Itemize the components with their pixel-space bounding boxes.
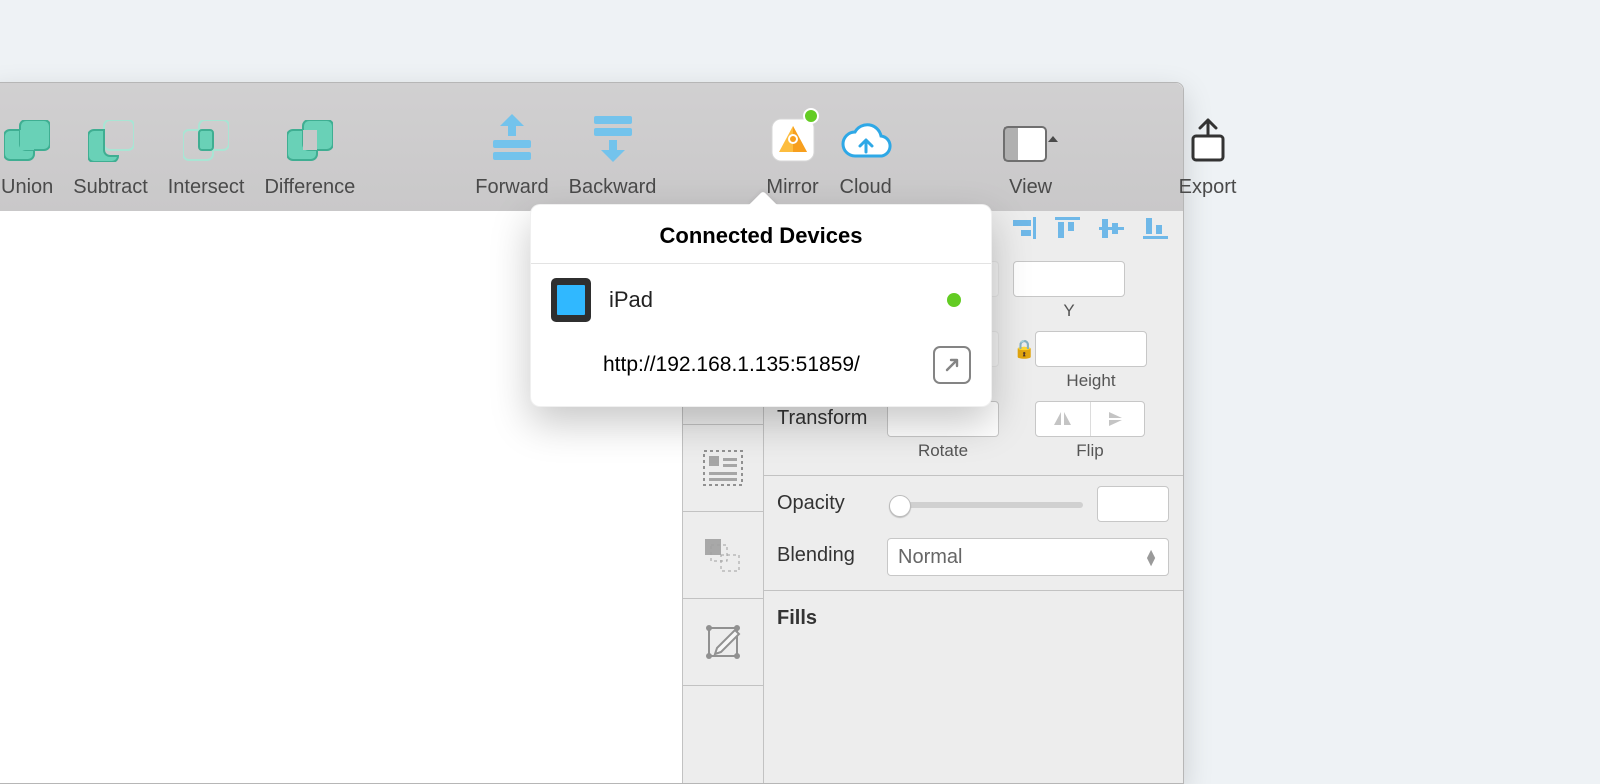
difference-button[interactable]: Difference [254,71,365,211]
view-label: View [1009,176,1052,199]
device-name: iPad [609,287,947,313]
backward-icon [590,112,636,162]
cloud-icon [839,112,893,162]
forward-label: Forward [475,176,548,199]
blending-select[interactable]: Normal ▲▼ [887,538,1169,576]
backward-label: Backward [569,176,657,199]
status-dot-icon [947,293,961,307]
align-top-icon[interactable] [1055,217,1081,239]
union-label: Union [1,176,53,199]
cloud-label: Cloud [840,176,892,199]
app-window: Union Subtract Intersect Difference F [0,82,1184,784]
align-vcenter-icon[interactable] [1099,217,1125,239]
export-label: Export [1179,176,1237,199]
subtract-label: Subtract [73,176,147,199]
blending-value: Normal [898,546,962,569]
height-input[interactable] [1035,331,1147,367]
open-external-icon[interactable] [933,346,971,384]
mirror-label: Mirror [766,176,818,199]
inspector-tab-edit[interactable] [683,599,763,686]
mirror-url-link[interactable]: http://192.168.1.135:51859/ [603,353,860,377]
flip-horizontal-button[interactable] [1036,402,1090,436]
opacity-slider[interactable] [891,502,1083,508]
device-row[interactable]: iPad [531,264,991,336]
flip-vertical-button[interactable] [1090,402,1145,436]
forward-icon [489,112,535,162]
opacity-label: Opacity [777,486,887,515]
mirror-popover: Connected Devices iPad http://192.168.1.… [530,204,992,407]
cloud-button[interactable]: Cloud [829,71,903,211]
ipad-icon [551,278,591,322]
height-sublabel: Height [1066,371,1115,391]
union-button[interactable]: Union [0,71,63,211]
rotate-sublabel: Rotate [918,441,968,461]
view-button[interactable]: View [993,71,1069,211]
mirror-icon [771,112,815,162]
align-right-icon[interactable] [1011,217,1037,239]
union-icon [4,112,50,162]
y-sublabel: Y [1063,301,1074,321]
align-bottom-icon[interactable] [1143,217,1169,239]
flip-sublabel: Flip [1076,441,1103,461]
mirror-url-row: http://192.168.1.135:51859/ [531,336,991,406]
forward-button[interactable]: Forward [465,71,558,211]
flip-controls [1035,401,1145,437]
blending-label: Blending [777,538,887,567]
difference-icon [287,112,333,162]
y-input[interactable] [1013,261,1125,297]
subtract-button[interactable]: Subtract [63,71,157,211]
difference-label: Difference [264,176,355,199]
export-icon [1190,112,1226,162]
inspector-tab-layout[interactable] [683,425,763,512]
subtract-icon [88,112,134,162]
opacity-row: Opacity [763,476,1183,522]
mirror-button[interactable]: Mirror [756,71,828,211]
fills-header: Fills [763,591,1183,638]
blending-row: Blending Normal ▲▼ [763,522,1183,576]
stepper-icon: ▲▼ [1144,549,1158,565]
intersect-label: Intersect [168,176,245,199]
toolbar: Union Subtract Intersect Difference F [0,83,1183,212]
lock-icon[interactable]: 🔒 [1013,331,1035,360]
export-button[interactable]: Export [1169,71,1247,211]
opacity-input[interactable] [1097,486,1169,522]
backward-button[interactable]: Backward [559,71,667,211]
inspector-tab-resize[interactable] [683,512,763,599]
popover-title: Connected Devices [531,205,991,264]
intersect-icon [183,112,229,162]
view-icon [1003,112,1059,162]
intersect-button[interactable]: Intersect [158,71,255,211]
